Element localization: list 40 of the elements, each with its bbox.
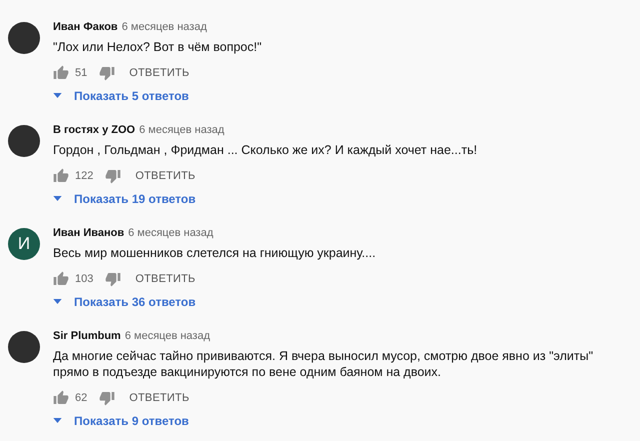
comment-text: Гордон , Гольдман , Фридман ... Сколько же их? И каждый хочет нае...ть! (53, 142, 478, 158)
like-count: 122 (75, 170, 94, 182)
comment-time[interactable]: 6 месяцев назад (122, 21, 207, 33)
author-name[interactable]: В гостях у ZOO (53, 124, 136, 136)
author-name[interactable]: Иван Факов (53, 21, 118, 33)
show-replies-button[interactable]: Показать 9 ответов (53, 411, 628, 430)
author-name[interactable]: Иван Иванов (53, 227, 124, 239)
thumbs-down-icon[interactable] (99, 65, 116, 81)
like-count: 62 (75, 392, 88, 404)
comment-time[interactable]: 6 месяцев назад (124, 330, 210, 342)
reply-button[interactable]: ОТВЕТИТЬ (135, 271, 196, 287)
caret-icon (53, 196, 62, 201)
avatar-letter[interactable]: И (8, 228, 40, 260)
thumbs-down-icon[interactable] (105, 168, 122, 184)
thumbs-down-icon[interactable] (99, 390, 116, 406)
show-replies-button[interactable]: Показать 36 ответов (53, 292, 628, 311)
comment-text: Весь мир мошенников слетелся на гниющую украину.... (53, 245, 377, 261)
caret-icon (53, 93, 62, 98)
reply-button[interactable]: ОТВЕТИТЬ (129, 65, 190, 81)
show-replies-button[interactable]: Показать 19 ответов (53, 189, 628, 208)
like-count: 103 (75, 273, 94, 285)
caret-icon (53, 418, 62, 423)
avatar-photo-placeholder[interactable] (8, 22, 40, 54)
thumbs-up-icon[interactable] (53, 271, 69, 287)
comment-text: "Лох или Нелох? Вот в чём вопрос!" (53, 39, 263, 55)
thumbs-up-icon[interactable] (53, 168, 69, 184)
thumbs-up-icon[interactable] (53, 65, 69, 81)
reply-button[interactable]: ОТВЕТИТЬ (135, 168, 196, 184)
avatar-photo-placeholder[interactable] (8, 125, 40, 157)
thumbs-down-icon[interactable] (105, 271, 122, 287)
like-count: 51 (75, 67, 88, 79)
comment-time[interactable]: 6 месяцев назад (128, 227, 214, 239)
comment-text: Да многие сейчас тайно прививаются. Я вчера выносил мусор, смотрю двое явно из "элиты" прямо в подъезде вакцинируются по вене одним баяном на двоих. (53, 348, 594, 380)
comment-time[interactable]: 6 месяцев назад (139, 124, 224, 136)
avatar-photo-placeholder[interactable] (8, 331, 40, 363)
show-replies-button[interactable]: Показать 5 ответов (53, 86, 628, 105)
author-name[interactable]: Sir Plumbum (53, 330, 121, 342)
caret-icon (53, 299, 62, 304)
thumbs-up-icon[interactable] (53, 390, 69, 406)
reply-button[interactable]: ОТВЕТИТЬ (129, 390, 190, 406)
